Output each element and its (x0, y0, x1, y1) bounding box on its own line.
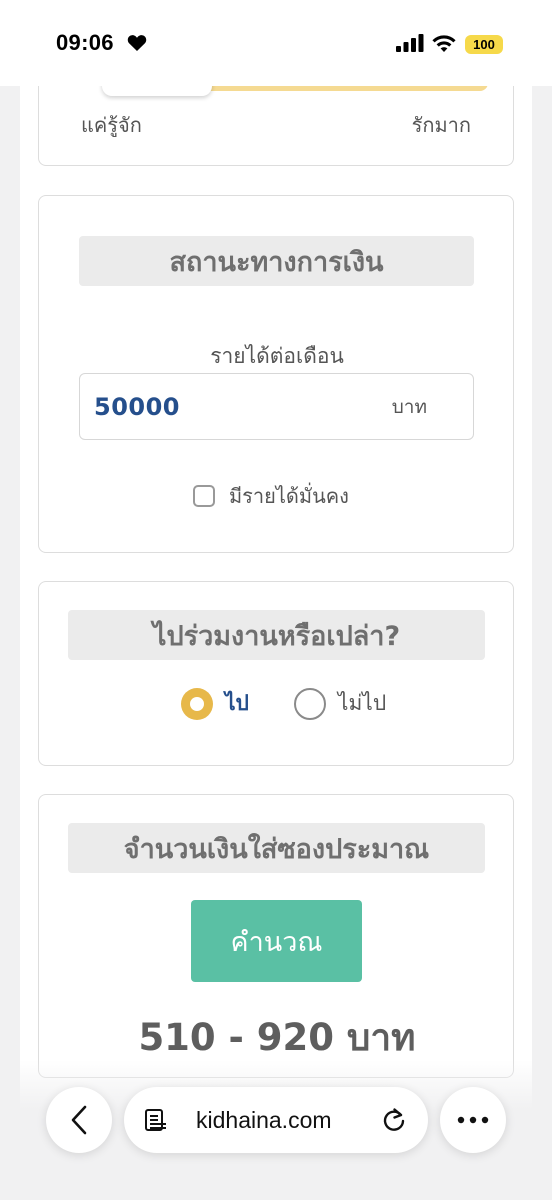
cellular-signal-icon (396, 34, 424, 52)
attendance-section-title: ไปร่วมงานหรือเปล่า? (68, 610, 485, 660)
status-bar: 09:06 100 (0, 0, 552, 86)
wifi-icon (432, 35, 456, 52)
back-button[interactable] (46, 1087, 112, 1153)
status-time: 09:06 (56, 30, 114, 55)
finance-section-title: สถานะทางการเงิน (79, 236, 474, 286)
relationship-slider-card: แค่รู้จัก รักมาก (38, 76, 514, 166)
stable-income-option[interactable]: มีรายได้มั่นคง (193, 480, 349, 512)
stable-income-label[interactable]: มีรายได้มั่นคง (229, 480, 349, 512)
slider-max-label: รักมาก (411, 113, 471, 137)
reader-mode-icon[interactable] (144, 1108, 168, 1134)
radio-go-label[interactable]: ไป (225, 687, 249, 720)
battery-indicator: 100 (465, 35, 503, 54)
radio-not-go-label[interactable]: ไม่ไป (338, 687, 386, 720)
reload-icon[interactable] (380, 1106, 408, 1134)
more-options-button[interactable] (440, 1087, 506, 1153)
chevron-left-icon (71, 1105, 87, 1135)
income-unit: บาท (391, 396, 427, 418)
more-dots-icon (457, 1116, 489, 1124)
envelope-result: 510 - 920 บาท (138, 1016, 416, 1059)
heart-icon (127, 35, 147, 51)
income-input[interactable]: 50000 บาท (79, 373, 474, 440)
page-content: แค่รู้จัก รักมาก สถานะทางการเงิน รายได้ต… (20, 76, 532, 1200)
radio-selected-dot (190, 696, 204, 711)
radio-go[interactable] (181, 687, 213, 720)
income-label: รายได้ต่อเดือน (210, 344, 344, 368)
finance-card: สถานะทางการเงิน รายได้ต่อเดือน 50000 บาท… (38, 195, 514, 553)
calculate-button[interactable]: คำนวณ (191, 900, 362, 982)
attendance-card: ไปร่วมงานหรือเปล่า? ไป ไม่ไป (38, 581, 514, 766)
browser-toolbar: kidhaina.com (0, 1085, 552, 1155)
slider-min-label: แค่รู้จัก (81, 113, 142, 137)
income-value[interactable]: 50000 (94, 393, 180, 421)
address-bar[interactable]: kidhaina.com (124, 1087, 428, 1153)
stable-income-checkbox[interactable] (193, 485, 215, 507)
envelope-amount-card: จำนวนเงินใส่ซองประมาณ คำนวณ 510 - 920 บา… (38, 794, 514, 1078)
url-text[interactable]: kidhaina.com (196, 1107, 332, 1134)
attendance-radio-group: ไป ไม่ไป (181, 687, 386, 720)
envelope-section-title: จำนวนเงินใส่ซองประมาณ (68, 823, 485, 873)
radio-not-go[interactable] (293, 687, 326, 720)
